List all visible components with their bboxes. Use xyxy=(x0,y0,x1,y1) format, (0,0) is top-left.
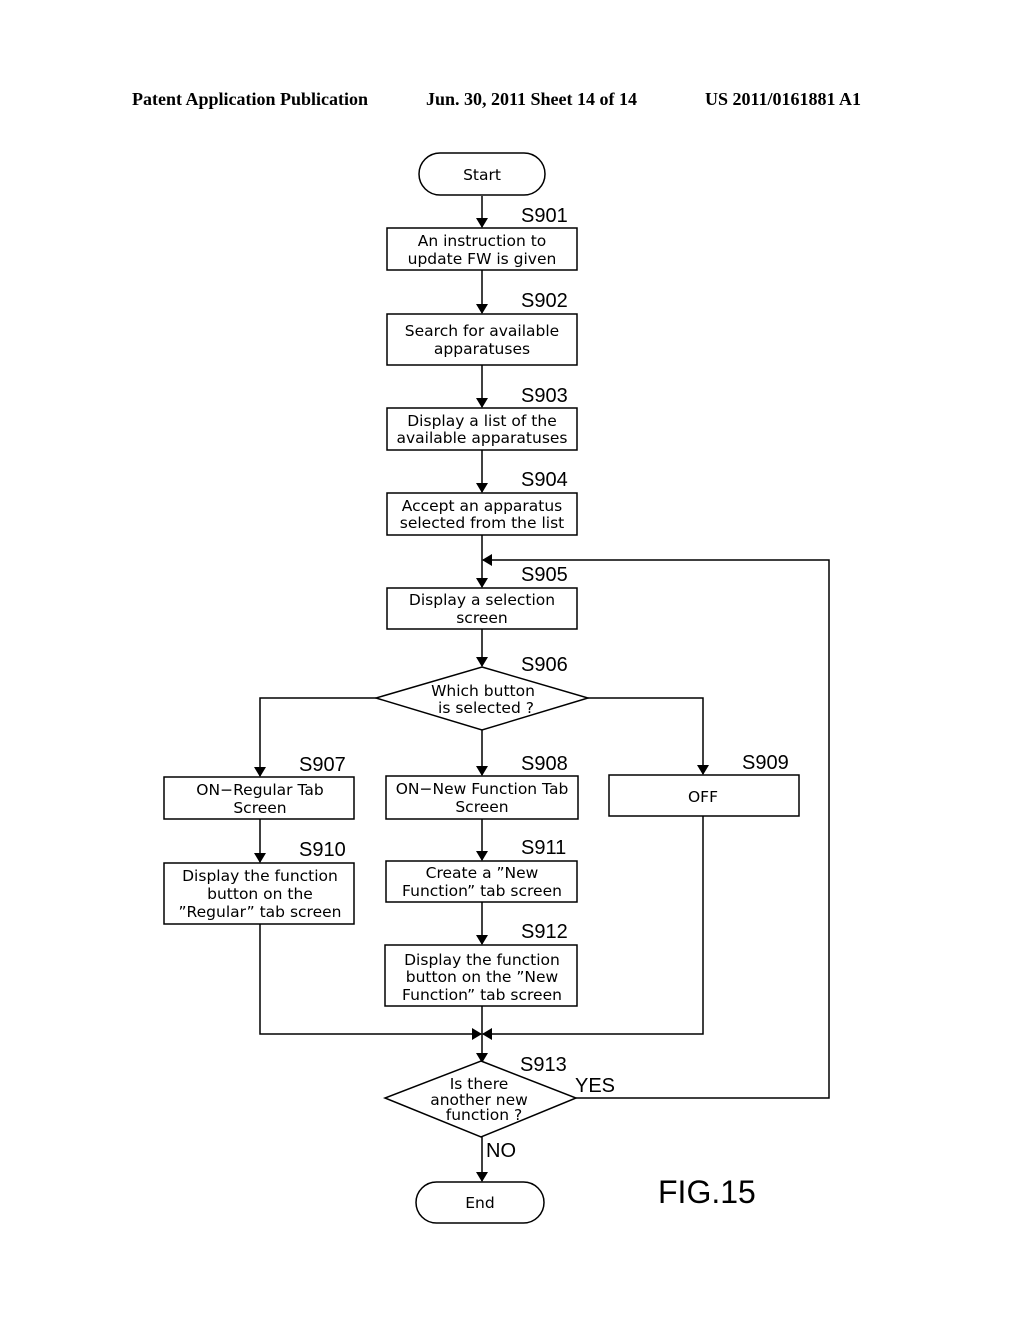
step-id-label: S905 xyxy=(521,564,568,586)
step-text: update FW is given xyxy=(408,250,557,268)
step-s912: Display the function button on the ”New … xyxy=(384,921,578,1007)
step-text: Display the function xyxy=(404,951,560,969)
step-text: Create a ”New xyxy=(426,864,539,882)
start-terminal: Start xyxy=(418,152,546,196)
step-text: An instruction to xyxy=(418,232,547,250)
step-id-label: S910 xyxy=(299,839,346,861)
yes-branch-label: YES xyxy=(575,1075,615,1097)
decision-text: function ? xyxy=(446,1106,522,1124)
step-id-label: S906 xyxy=(521,654,568,676)
step-id-label: S902 xyxy=(521,290,568,312)
step-text: ON−Regular Tab xyxy=(196,781,323,799)
step-text: available apparatuses xyxy=(396,429,567,447)
step-text: Function” tab screen xyxy=(402,986,562,1004)
arrow-s913-yes-loop xyxy=(482,554,830,1099)
flowchart: Start End An instruction to update FW is… xyxy=(163,152,830,1224)
step-text: Accept an apparatus xyxy=(402,497,563,515)
end-terminal: End xyxy=(415,1181,545,1224)
step-s909: OFF S909 xyxy=(608,752,800,817)
step-id-label: S909 xyxy=(742,752,789,774)
step-id-label: S913 xyxy=(520,1054,567,1076)
decision-s913: Is there another new function ? S913 YES… xyxy=(382,1054,615,1162)
step-text: ON−New Function Tab xyxy=(396,780,569,798)
step-text: Display a list of the xyxy=(407,412,556,430)
step-text: Screen xyxy=(455,798,508,816)
step-s910: Display the function button on the ”Regu… xyxy=(163,839,355,925)
end-label: End xyxy=(465,1194,494,1212)
step-text: button on the xyxy=(207,885,313,903)
decision-text: is selected ? xyxy=(438,699,534,717)
step-text: Function” tab screen xyxy=(402,882,562,900)
step-text: Display a selection xyxy=(409,591,555,609)
arrow-s906-s909 xyxy=(588,697,709,775)
figure-label: FIG.15 xyxy=(658,1174,756,1210)
step-id-label: S908 xyxy=(521,753,568,775)
step-text: OFF xyxy=(688,788,718,806)
step-text: Display the function xyxy=(182,867,338,885)
step-id-label: S907 xyxy=(299,754,346,776)
step-text: ”Regular” tab screen xyxy=(179,903,342,921)
step-text: selected from the list xyxy=(400,514,564,532)
step-id-label: S904 xyxy=(521,469,568,491)
start-label: Start xyxy=(463,166,501,184)
step-id-label: S911 xyxy=(521,837,566,859)
step-id-label: S903 xyxy=(521,385,568,407)
step-text: apparatuses xyxy=(434,340,530,358)
decision-text: Which button xyxy=(431,682,535,700)
step-id-label: S912 xyxy=(521,921,568,943)
no-branch-label: NO xyxy=(486,1140,516,1162)
step-text: screen xyxy=(456,609,508,627)
step-s907: ON−Regular Tab Screen S907 xyxy=(163,754,355,820)
step-text: Screen xyxy=(233,799,286,817)
step-text: button on the ”New xyxy=(406,968,559,986)
step-id-label: S901 xyxy=(521,205,568,227)
step-text: Search for available xyxy=(405,322,559,340)
